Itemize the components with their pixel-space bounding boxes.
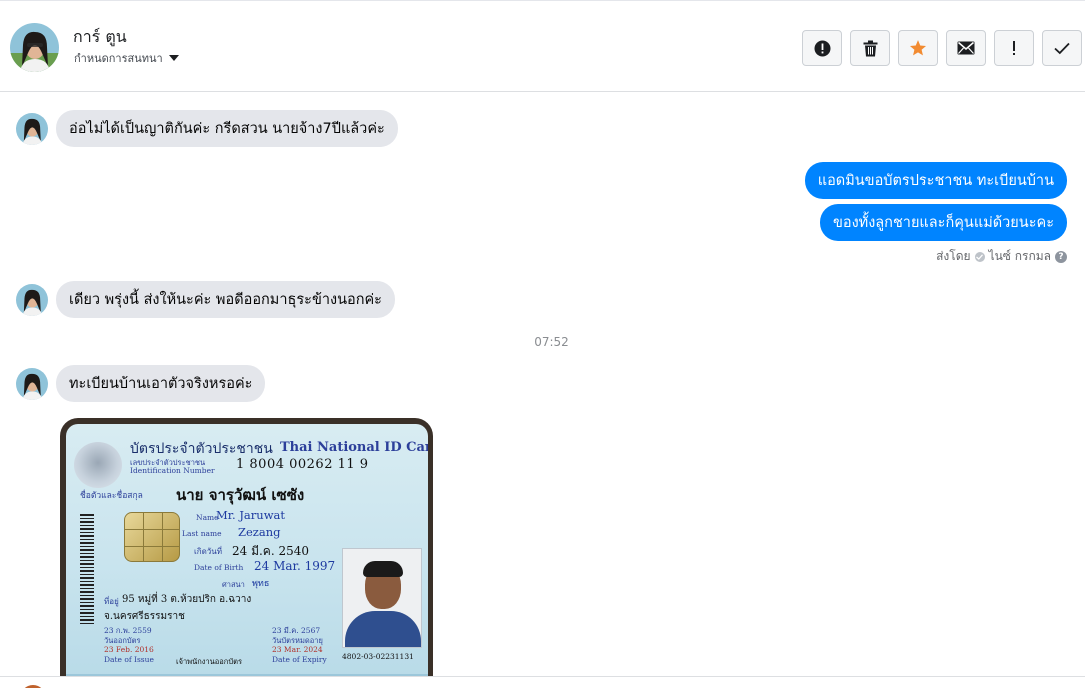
id-card-image-attachment[interactable]: บัตรประจำตัวประชาชน Thai National ID Car… bbox=[60, 418, 433, 676]
barcode-icon bbox=[80, 514, 94, 624]
sent-by-name: ไนซ์ กรกมล bbox=[988, 249, 1051, 263]
alert-circle-icon bbox=[814, 40, 830, 56]
last-name-label: Last name bbox=[182, 529, 222, 538]
contact-avatar[interactable] bbox=[10, 23, 59, 72]
message-thread[interactable]: อ่อไม่ได้เป็นญาติกันค่ะ กรีดสวน นายจ้าง7… bbox=[0, 92, 1085, 676]
issue-date-english: 23 Feb. 2016 bbox=[104, 645, 154, 654]
card-title-english: Thai National ID Card bbox=[280, 440, 428, 455]
incoming-message: ทะเบียนบ้านเอาตัวจริงหรอค่ะ bbox=[16, 365, 266, 402]
religion-label: ศาสนา bbox=[222, 580, 245, 589]
checkmark-icon bbox=[1054, 42, 1070, 54]
sender-avatar bbox=[16, 283, 48, 316]
message-composer[interactable] bbox=[0, 676, 1085, 688]
message-bubble[interactable]: อ่อไม่ได้เป็นญาติกันค่ะ กรีดสวน นายจ้าง7… bbox=[56, 110, 398, 147]
expiry-label-english: Date of Expiry bbox=[272, 655, 327, 664]
message-bubble[interactable]: ทะเบียนบ้านเอาตัวจริงหรอค่ะ bbox=[56, 365, 266, 402]
follow-up-button[interactable] bbox=[994, 30, 1034, 66]
address-label: ที่อยู่ bbox=[104, 597, 119, 606]
address-line2: จ.นครศรีธรรมราช bbox=[104, 611, 185, 622]
star-icon bbox=[909, 40, 927, 56]
mark-unread-button[interactable] bbox=[946, 30, 986, 66]
sender-avatar bbox=[16, 112, 48, 145]
id-card-face: บัตรประจำตัวประชาชน Thai National ID Car… bbox=[66, 424, 428, 676]
caret-down-icon bbox=[168, 55, 179, 61]
address-line1: 95 หมู่ที่ 3 ต.ห้วยปริก อ.ฉวาง bbox=[122, 594, 252, 605]
sent-by-label: ส่งโดย bbox=[936, 249, 971, 263]
assign-conversation-dropdown[interactable]: กำหนดการสนทนา bbox=[74, 49, 179, 67]
id-number: 1 8004 00262 11 9 bbox=[236, 457, 369, 472]
mark-spam-button[interactable] bbox=[802, 30, 842, 66]
card-holder-photo bbox=[342, 548, 422, 648]
card-code: 4802-03-02231131 bbox=[342, 652, 414, 661]
incoming-message: เดียว พรุ่งนี้ ส่งให้นะค่ะ พอดีออกมาธุระ… bbox=[16, 281, 395, 318]
conversation-header: การ์ ตูน กำหนดการสนทนา bbox=[0, 0, 1085, 92]
name-label-thai: ชื่อตัวและชื่อสกุล bbox=[80, 491, 143, 501]
message-bubble[interactable]: เดียว พรุ่งนี้ ส่งให้นะค่ะ พอดีออกมาธุระ… bbox=[56, 281, 395, 318]
mark-done-button[interactable] bbox=[1042, 30, 1082, 66]
delete-button[interactable] bbox=[850, 30, 890, 66]
outgoing-message-bubble[interactable]: แอดมินขอบัตรประชาชน ทะเบียนบ้าน bbox=[804, 162, 1067, 199]
name-thai: นาย จารุวัฒน์ เซซัง bbox=[176, 486, 305, 504]
issue-label-english: Date of Issue bbox=[104, 655, 154, 664]
dob-label-thai: เกิดวันที่ bbox=[194, 547, 223, 556]
assign-conversation-label: กำหนดการสนทนา bbox=[74, 52, 163, 65]
help-icon[interactable]: ? bbox=[1055, 250, 1067, 263]
religion: พุทธ bbox=[252, 579, 270, 589]
trash-icon bbox=[863, 40, 877, 56]
conversation-toolbar bbox=[802, 30, 1082, 66]
id-label-english: Identification Number bbox=[130, 466, 215, 475]
garuda-emblem-icon bbox=[74, 442, 122, 488]
outgoing-message-bubble[interactable]: ของทั้งลูกชายและก็คุนแม่ด้วยนะคะ bbox=[819, 204, 1067, 241]
star-button[interactable] bbox=[898, 30, 938, 66]
dob-english: 24 Mar. 1997 bbox=[254, 559, 336, 573]
contact-name: การ์ ตูน bbox=[73, 27, 127, 46]
smart-chip-icon bbox=[124, 512, 180, 562]
exclamation-icon bbox=[1013, 41, 1015, 55]
name-english: Mr. Jaruwat bbox=[216, 508, 286, 522]
officer-title: เจ้าพนักงานออกบัตร bbox=[176, 657, 242, 666]
message-timestamp: 07:52 bbox=[534, 335, 569, 349]
envelope-icon bbox=[957, 41, 975, 55]
dob-label-english: Date of Birth bbox=[194, 563, 244, 572]
last-name: Zezang bbox=[238, 525, 281, 539]
sender-avatar bbox=[16, 367, 48, 400]
sent-by-info: ส่งโดย ไนซ์ กรกมล ? bbox=[936, 247, 1067, 266]
sent-check-icon bbox=[974, 251, 985, 262]
incoming-message: อ่อไม่ได้เป็นญาติกันค่ะ กรีดสวน นายจ้าง7… bbox=[16, 110, 398, 147]
expiry-date-english: 23 Mar. 2024 bbox=[272, 645, 323, 654]
